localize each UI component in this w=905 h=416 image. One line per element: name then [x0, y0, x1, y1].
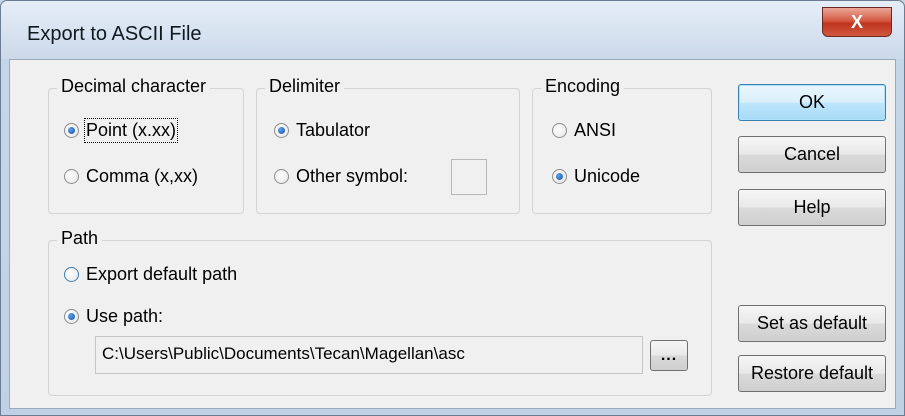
- delimiter-title: Delimiter: [265, 76, 345, 97]
- radio-unicode-indicator[interactable]: [552, 169, 567, 184]
- ok-button[interactable]: OK: [738, 84, 886, 121]
- radio-comma-indicator[interactable]: [64, 169, 79, 184]
- radio-tabulator[interactable]: Tabulator: [274, 120, 370, 141]
- radio-use-path-indicator[interactable]: [64, 309, 79, 324]
- radio-use-path[interactable]: Use path:: [64, 306, 163, 327]
- decimal-character-group: Decimal character: [48, 76, 244, 214]
- radio-point-label: Point (x.xx): [83, 118, 179, 143]
- window-title: Export to ASCII File: [27, 23, 202, 45]
- radio-tabulator-label: Tabulator: [296, 120, 371, 140]
- radio-unicode-label: Unicode: [574, 166, 641, 186]
- radio-ansi-label: ANSI: [574, 120, 617, 140]
- other-symbol-input[interactable]: [451, 159, 487, 195]
- radio-tabulator-indicator[interactable]: [274, 123, 289, 138]
- help-button[interactable]: Help: [738, 189, 886, 226]
- encoding-group: Encoding: [532, 76, 712, 214]
- close-icon: X: [850, 12, 863, 32]
- radio-ansi[interactable]: ANSI: [552, 120, 616, 141]
- radio-other-symbol-indicator[interactable]: [274, 169, 289, 184]
- radio-export-default-path-label: Export default path: [86, 264, 238, 284]
- radio-export-default-path-indicator[interactable]: [64, 267, 79, 282]
- radio-use-path-label: Use path:: [86, 306, 164, 326]
- radio-comma[interactable]: Comma (x,xx): [64, 166, 198, 187]
- delimiter-group: Delimiter: [256, 76, 520, 214]
- export-ascii-dialog: Export to ASCII File X Decimal character…: [0, 0, 905, 416]
- radio-comma-label: Comma (x,xx): [86, 166, 198, 186]
- browse-button[interactable]: ...: [650, 340, 688, 371]
- radio-unicode[interactable]: Unicode: [552, 166, 640, 187]
- radio-point[interactable]: Point (x.xx): [64, 118, 179, 143]
- dialog-body: Decimal character Point (x.xx) Comma (x,…: [9, 59, 896, 409]
- path-input[interactable]: C:\Users\Public\Documents\Tecan\Magellan…: [95, 336, 643, 374]
- close-button[interactable]: X: [822, 7, 892, 37]
- radio-other-symbol-label: Other symbol:: [296, 166, 409, 186]
- cancel-button[interactable]: Cancel: [738, 136, 886, 173]
- radio-other-symbol[interactable]: Other symbol:: [274, 166, 408, 187]
- path-title: Path: [57, 228, 103, 249]
- encoding-title: Encoding: [541, 76, 625, 97]
- title-bar[interactable]: Export to ASCII File X: [1, 1, 904, 59]
- restore-default-button[interactable]: Restore default: [738, 355, 886, 392]
- radio-ansi-indicator[interactable]: [552, 123, 567, 138]
- decimal-character-title: Decimal character: [57, 76, 211, 97]
- radio-export-default-path[interactable]: Export default path: [64, 264, 237, 285]
- radio-point-indicator[interactable]: [64, 123, 79, 138]
- set-as-default-button[interactable]: Set as default: [738, 305, 886, 342]
